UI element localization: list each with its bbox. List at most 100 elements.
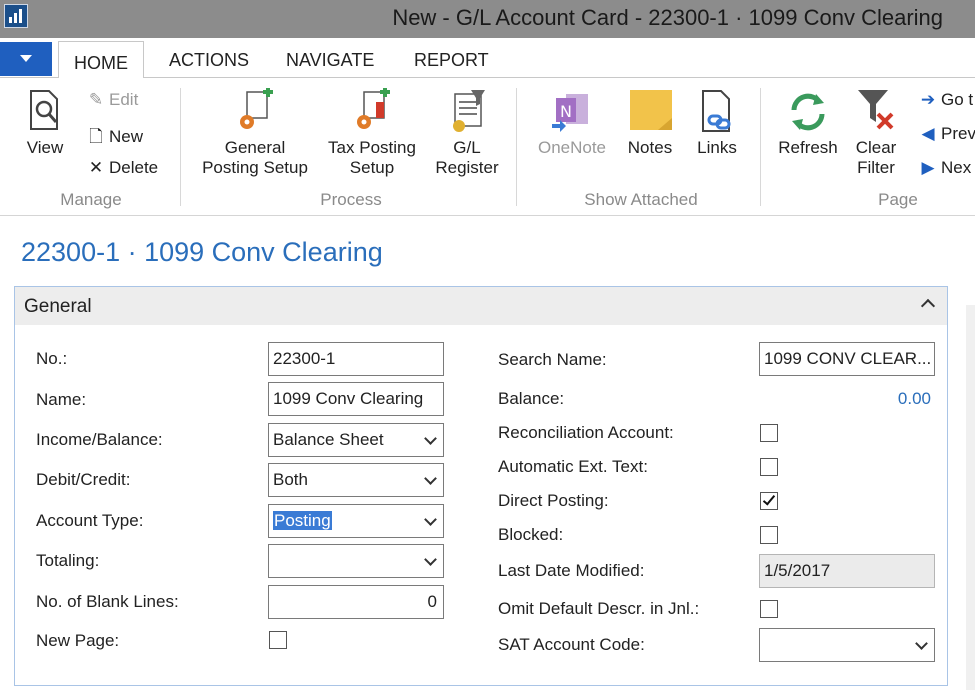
register-icon xyxy=(445,88,489,134)
chevron-down-icon xyxy=(424,472,437,485)
gl-register-line2: Register xyxy=(435,158,499,177)
sat-code-select[interactable] xyxy=(759,628,935,662)
go-to-label: Go t xyxy=(941,90,974,109)
notes-label: Notes xyxy=(627,138,673,157)
reconciliation-checkbox[interactable] xyxy=(760,424,778,442)
tab-home[interactable]: HOME xyxy=(58,41,144,79)
chevron-down-icon xyxy=(424,432,437,445)
general-fasttab-header[interactable]: General xyxy=(15,287,947,325)
blocked-label: Blocked: xyxy=(498,525,564,544)
omit-descr-checkbox[interactable] xyxy=(760,600,778,618)
blank-lines-value: 0 xyxy=(427,592,437,611)
notes-button[interactable]: Notes xyxy=(622,88,678,158)
income-balance-select[interactable]: Balance Sheet xyxy=(268,423,444,457)
ribbon-tab-row: HOME ACTIONS NAVIGATE REPORT xyxy=(0,38,975,79)
balance-value-link[interactable]: 0.00 xyxy=(759,389,931,409)
collapse-chevron-icon[interactable] xyxy=(920,298,936,314)
last-modified-value: 1/5/2017 xyxy=(764,561,831,580)
arrow-right-icon: ➔ xyxy=(920,90,936,109)
checkmark-icon xyxy=(762,492,776,506)
links-button[interactable]: Links xyxy=(690,88,744,158)
debit-credit-value: Both xyxy=(273,470,308,489)
debit-credit-select[interactable]: Both xyxy=(268,463,444,497)
general-posting-setup-line2: Posting Setup xyxy=(202,158,308,177)
page-title: 22300-1 · 1099 Conv Clearing xyxy=(21,237,383,267)
totaling-label: Totaling: xyxy=(36,551,100,570)
new-document-icon: 🗋 xyxy=(89,127,103,146)
posting-setup-icon xyxy=(233,87,277,134)
gl-register-button[interactable]: G/L Register xyxy=(430,88,504,178)
chevron-down-icon xyxy=(424,553,437,566)
sticky-note-icon xyxy=(628,88,672,134)
clear-filter-line1: Clear xyxy=(855,138,897,157)
clear-filter-button[interactable]: Clear Filter xyxy=(846,88,906,178)
blank-lines-field[interactable]: 0 xyxy=(268,585,444,619)
view-button[interactable]: View xyxy=(18,88,72,158)
go-to-button[interactable]: ➔ Go t xyxy=(918,90,973,110)
previous-button[interactable]: ◀ Prev xyxy=(918,124,975,144)
blocked-checkbox[interactable] xyxy=(760,526,778,544)
tab-report[interactable]: REPORT xyxy=(414,50,489,71)
tax-posting-setup-icon xyxy=(350,87,394,134)
clear-filter-line2: Filter xyxy=(857,158,895,177)
refresh-label: Refresh xyxy=(778,138,838,157)
new-label: New xyxy=(109,127,144,146)
onenote-button[interactable]: N OneNote xyxy=(530,88,614,158)
link-document-icon xyxy=(695,88,739,134)
clear-filter-icon xyxy=(854,88,898,134)
refresh-icon xyxy=(786,88,830,134)
account-type-label: Account Type: xyxy=(36,511,144,530)
debit-credit-label: Debit/Credit: xyxy=(36,470,131,489)
chevron-down-icon xyxy=(424,513,437,526)
group-separator xyxy=(516,88,517,206)
next-button[interactable]: ▶ Nex xyxy=(918,158,971,178)
app-logo-icon xyxy=(4,4,28,28)
refresh-button[interactable]: Refresh xyxy=(774,88,842,158)
group-separator xyxy=(760,88,761,206)
direct-posting-label: Direct Posting: xyxy=(498,491,609,510)
next-label: Nex xyxy=(941,158,972,177)
side-panel-strip xyxy=(966,305,975,690)
app-menu-button[interactable] xyxy=(0,42,52,76)
window-title-bar: New - G/L Account Card - 22300-1 · 1099 … xyxy=(0,0,975,38)
tab-actions[interactable]: ACTIONS xyxy=(169,50,249,71)
name-field[interactable]: 1099 Conv Clearing xyxy=(268,382,444,416)
triangle-right-icon: ▶ xyxy=(921,158,935,177)
group-label-page: Page xyxy=(878,190,918,209)
search-name-label: Search Name: xyxy=(498,350,607,369)
auto-ext-text-checkbox[interactable] xyxy=(760,458,778,476)
window-title: New - G/L Account Card - 22300-1 · 1099 … xyxy=(392,5,943,30)
general-posting-setup-line1: General xyxy=(224,138,286,157)
tax-posting-setup-line1: Tax Posting xyxy=(328,138,416,157)
last-modified-label: Last Date Modified: xyxy=(498,561,645,580)
search-name-field[interactable]: 1099 CONV CLEAR... xyxy=(759,342,935,376)
delete-button[interactable]: ✕ Delete xyxy=(86,158,158,178)
new-page-checkbox[interactable] xyxy=(269,631,287,649)
tax-posting-setup-button[interactable]: Tax Posting Setup xyxy=(322,87,422,178)
totaling-select[interactable] xyxy=(268,544,444,578)
general-header-label: General xyxy=(24,296,92,317)
name-label: Name: xyxy=(36,390,87,409)
tab-navigate[interactable]: NAVIGATE xyxy=(286,50,374,71)
reconciliation-label: Reconciliation Account: xyxy=(498,423,674,442)
no-field[interactable]: 22300-1 xyxy=(268,342,444,376)
income-balance-value: Balance Sheet xyxy=(273,430,384,449)
no-label: No.: xyxy=(36,349,68,368)
search-name-value: 1099 CONV CLEAR... xyxy=(764,349,932,368)
gl-register-line1: G/L xyxy=(453,138,481,157)
new-page-label: New Page: xyxy=(36,631,120,650)
general-fasttab: General No.: 22300-1 Name: 1099 Conv Cle… xyxy=(14,286,948,686)
direct-posting-checkbox[interactable] xyxy=(760,492,778,510)
edit-label: Edit xyxy=(109,90,139,109)
name-value: 1099 Conv Clearing xyxy=(273,389,424,408)
new-button[interactable]: 🗋 New xyxy=(86,124,143,153)
edit-button[interactable]: ✎ Edit xyxy=(86,90,138,110)
omit-descr-label: Omit Default Descr. in Jnl.: xyxy=(498,599,700,618)
links-label: Links xyxy=(697,138,737,157)
account-type-select[interactable]: Posting xyxy=(268,504,444,538)
group-separator xyxy=(180,88,181,206)
ribbon: View ✎ Edit 🗋 New ✕ Delete Manage General P… xyxy=(0,78,975,216)
general-posting-setup-button[interactable]: General Posting Setup xyxy=(196,87,314,178)
group-label-process: Process xyxy=(320,190,382,209)
delete-label: Delete xyxy=(109,158,159,177)
